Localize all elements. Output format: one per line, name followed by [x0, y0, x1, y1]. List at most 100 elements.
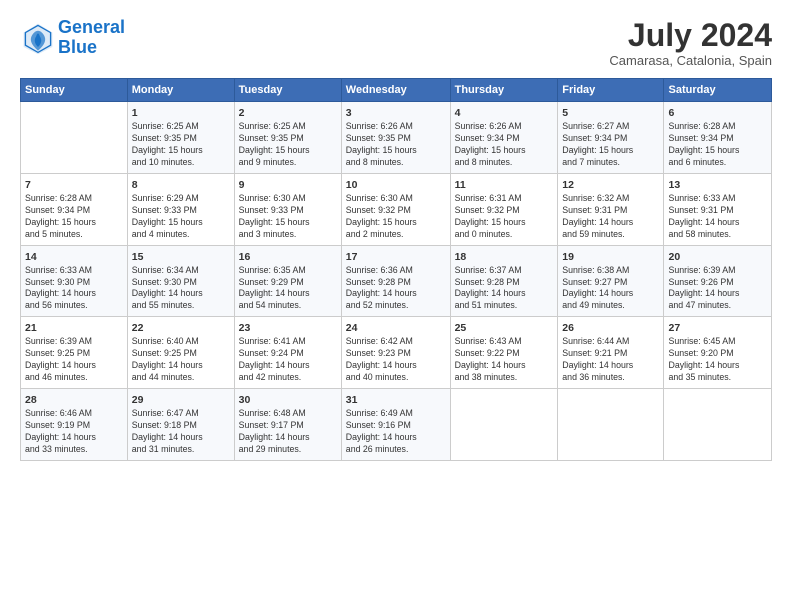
calendar-week-4: 21Sunrise: 6:39 AM Sunset: 9:25 PM Dayli…	[21, 317, 772, 389]
calendar-cell: 7Sunrise: 6:28 AM Sunset: 9:34 PM Daylig…	[21, 173, 128, 245]
cell-content: Sunrise: 6:34 AM Sunset: 9:30 PM Dayligh…	[132, 265, 230, 313]
logo-line1: General	[58, 17, 125, 37]
day-number: 20	[668, 250, 767, 264]
weekday-header-monday: Monday	[127, 79, 234, 102]
day-number: 6	[668, 106, 767, 120]
day-number: 8	[132, 178, 230, 192]
day-number: 3	[346, 106, 446, 120]
calendar-cell: 15Sunrise: 6:34 AM Sunset: 9:30 PM Dayli…	[127, 245, 234, 317]
day-number: 1	[132, 106, 230, 120]
day-number: 28	[25, 393, 123, 407]
day-number: 27	[668, 321, 767, 335]
calendar-cell: 17Sunrise: 6:36 AM Sunset: 9:28 PM Dayli…	[341, 245, 450, 317]
cell-content: Sunrise: 6:47 AM Sunset: 9:18 PM Dayligh…	[132, 408, 230, 456]
cell-content: Sunrise: 6:38 AM Sunset: 9:27 PM Dayligh…	[562, 265, 659, 313]
weekday-header-thursday: Thursday	[450, 79, 558, 102]
day-number: 13	[668, 178, 767, 192]
day-number: 4	[455, 106, 554, 120]
day-number: 21	[25, 321, 123, 335]
day-number: 29	[132, 393, 230, 407]
cell-content: Sunrise: 6:25 AM Sunset: 9:35 PM Dayligh…	[132, 121, 230, 169]
calendar-cell: 19Sunrise: 6:38 AM Sunset: 9:27 PM Dayli…	[558, 245, 664, 317]
weekday-header-friday: Friday	[558, 79, 664, 102]
cell-content: Sunrise: 6:28 AM Sunset: 9:34 PM Dayligh…	[25, 193, 123, 241]
day-number: 5	[562, 106, 659, 120]
day-number: 24	[346, 321, 446, 335]
day-number: 12	[562, 178, 659, 192]
cell-content: Sunrise: 6:39 AM Sunset: 9:26 PM Dayligh…	[668, 265, 767, 313]
calendar-cell: 25Sunrise: 6:43 AM Sunset: 9:22 PM Dayli…	[450, 317, 558, 389]
calendar-cell: 8Sunrise: 6:29 AM Sunset: 9:33 PM Daylig…	[127, 173, 234, 245]
calendar-week-1: 1Sunrise: 6:25 AM Sunset: 9:35 PM Daylig…	[21, 102, 772, 174]
cell-content: Sunrise: 6:30 AM Sunset: 9:33 PM Dayligh…	[239, 193, 337, 241]
cell-content: Sunrise: 6:43 AM Sunset: 9:22 PM Dayligh…	[455, 336, 554, 384]
calendar-cell: 18Sunrise: 6:37 AM Sunset: 9:28 PM Dayli…	[450, 245, 558, 317]
calendar-week-2: 7Sunrise: 6:28 AM Sunset: 9:34 PM Daylig…	[21, 173, 772, 245]
cell-content: Sunrise: 6:39 AM Sunset: 9:25 PM Dayligh…	[25, 336, 123, 384]
day-number: 22	[132, 321, 230, 335]
calendar-cell: 12Sunrise: 6:32 AM Sunset: 9:31 PM Dayli…	[558, 173, 664, 245]
location: Camarasa, Catalonia, Spain	[609, 53, 772, 68]
calendar-cell: 2Sunrise: 6:25 AM Sunset: 9:35 PM Daylig…	[234, 102, 341, 174]
weekday-header-row: SundayMondayTuesdayWednesdayThursdayFrid…	[21, 79, 772, 102]
cell-content: Sunrise: 6:46 AM Sunset: 9:19 PM Dayligh…	[25, 408, 123, 456]
calendar-cell: 14Sunrise: 6:33 AM Sunset: 9:30 PM Dayli…	[21, 245, 128, 317]
cell-content: Sunrise: 6:37 AM Sunset: 9:28 PM Dayligh…	[455, 265, 554, 313]
cell-content: Sunrise: 6:42 AM Sunset: 9:23 PM Dayligh…	[346, 336, 446, 384]
logo: General Blue	[20, 18, 125, 58]
cell-content: Sunrise: 6:45 AM Sunset: 9:20 PM Dayligh…	[668, 336, 767, 384]
logo-icon	[20, 20, 56, 56]
calendar-week-3: 14Sunrise: 6:33 AM Sunset: 9:30 PM Dayli…	[21, 245, 772, 317]
cell-content: Sunrise: 6:28 AM Sunset: 9:34 PM Dayligh…	[668, 121, 767, 169]
month-year: July 2024	[609, 18, 772, 53]
calendar-cell: 10Sunrise: 6:30 AM Sunset: 9:32 PM Dayli…	[341, 173, 450, 245]
cell-content: Sunrise: 6:30 AM Sunset: 9:32 PM Dayligh…	[346, 193, 446, 241]
calendar-cell: 4Sunrise: 6:26 AM Sunset: 9:34 PM Daylig…	[450, 102, 558, 174]
day-number: 23	[239, 321, 337, 335]
day-number: 17	[346, 250, 446, 264]
day-number: 7	[25, 178, 123, 192]
cell-content: Sunrise: 6:33 AM Sunset: 9:30 PM Dayligh…	[25, 265, 123, 313]
page: General Blue July 2024 Camarasa, Catalon…	[0, 0, 792, 612]
calendar-cell: 29Sunrise: 6:47 AM Sunset: 9:18 PM Dayli…	[127, 388, 234, 460]
calendar-cell: 30Sunrise: 6:48 AM Sunset: 9:17 PM Dayli…	[234, 388, 341, 460]
cell-content: Sunrise: 6:29 AM Sunset: 9:33 PM Dayligh…	[132, 193, 230, 241]
cell-content: Sunrise: 6:26 AM Sunset: 9:34 PM Dayligh…	[455, 121, 554, 169]
cell-content: Sunrise: 6:36 AM Sunset: 9:28 PM Dayligh…	[346, 265, 446, 313]
weekday-header-tuesday: Tuesday	[234, 79, 341, 102]
calendar-cell: 3Sunrise: 6:26 AM Sunset: 9:35 PM Daylig…	[341, 102, 450, 174]
calendar-cell: 28Sunrise: 6:46 AM Sunset: 9:19 PM Dayli…	[21, 388, 128, 460]
calendar-cell	[450, 388, 558, 460]
day-number: 11	[455, 178, 554, 192]
weekday-header-saturday: Saturday	[664, 79, 772, 102]
day-number: 14	[25, 250, 123, 264]
day-number: 18	[455, 250, 554, 264]
day-number: 31	[346, 393, 446, 407]
cell-content: Sunrise: 6:27 AM Sunset: 9:34 PM Dayligh…	[562, 121, 659, 169]
calendar-cell: 20Sunrise: 6:39 AM Sunset: 9:26 PM Dayli…	[664, 245, 772, 317]
calendar-cell	[21, 102, 128, 174]
day-number: 9	[239, 178, 337, 192]
calendar-cell: 27Sunrise: 6:45 AM Sunset: 9:20 PM Dayli…	[664, 317, 772, 389]
cell-content: Sunrise: 6:33 AM Sunset: 9:31 PM Dayligh…	[668, 193, 767, 241]
calendar-cell: 13Sunrise: 6:33 AM Sunset: 9:31 PM Dayli…	[664, 173, 772, 245]
calendar-cell	[558, 388, 664, 460]
day-number: 26	[562, 321, 659, 335]
day-number: 16	[239, 250, 337, 264]
day-number: 2	[239, 106, 337, 120]
day-number: 19	[562, 250, 659, 264]
logo-text: General Blue	[58, 18, 125, 58]
calendar-cell: 26Sunrise: 6:44 AM Sunset: 9:21 PM Dayli…	[558, 317, 664, 389]
calendar-header: SundayMondayTuesdayWednesdayThursdayFrid…	[21, 79, 772, 102]
calendar-cell: 6Sunrise: 6:28 AM Sunset: 9:34 PM Daylig…	[664, 102, 772, 174]
calendar-cell: 1Sunrise: 6:25 AM Sunset: 9:35 PM Daylig…	[127, 102, 234, 174]
cell-content: Sunrise: 6:41 AM Sunset: 9:24 PM Dayligh…	[239, 336, 337, 384]
weekday-header-wednesday: Wednesday	[341, 79, 450, 102]
day-number: 25	[455, 321, 554, 335]
logo-line2: Blue	[58, 37, 97, 57]
calendar-cell: 11Sunrise: 6:31 AM Sunset: 9:32 PM Dayli…	[450, 173, 558, 245]
cell-content: Sunrise: 6:48 AM Sunset: 9:17 PM Dayligh…	[239, 408, 337, 456]
cell-content: Sunrise: 6:32 AM Sunset: 9:31 PM Dayligh…	[562, 193, 659, 241]
calendar-cell: 5Sunrise: 6:27 AM Sunset: 9:34 PM Daylig…	[558, 102, 664, 174]
cell-content: Sunrise: 6:31 AM Sunset: 9:32 PM Dayligh…	[455, 193, 554, 241]
